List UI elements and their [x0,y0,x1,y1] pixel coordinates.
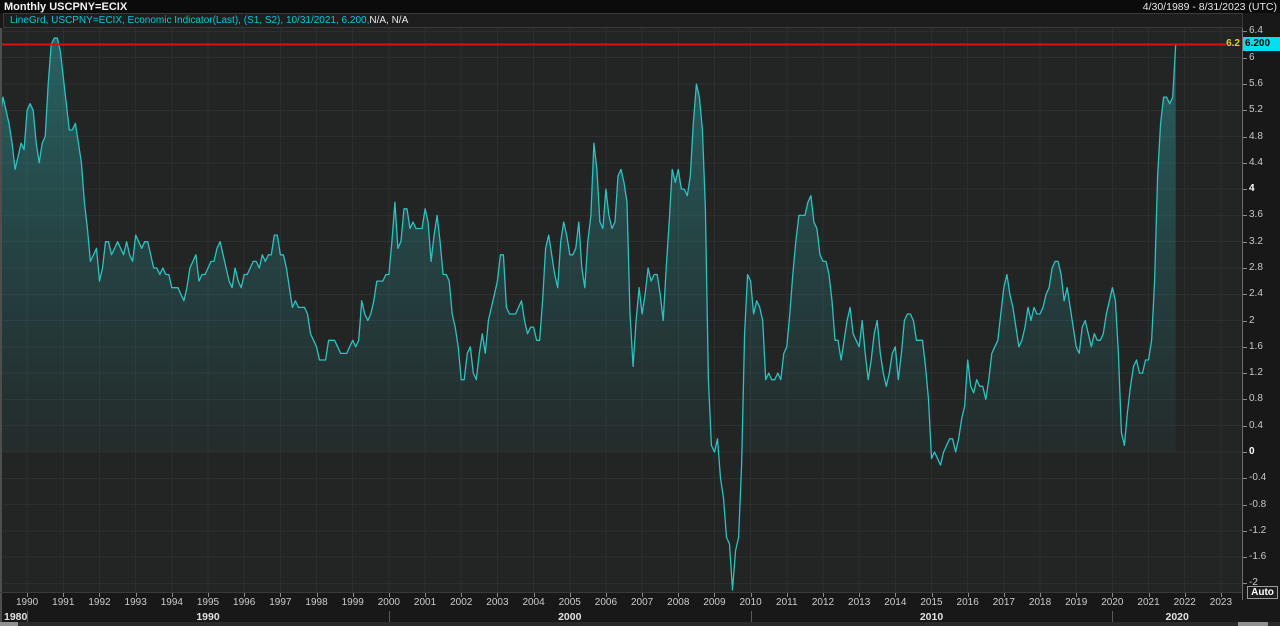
plot-area[interactable] [0,28,1242,593]
x-year-label: 1995 [196,597,220,608]
x-year-label: 2012 [811,597,835,608]
x-year-label: 2010 [739,597,762,608]
y-tick-label: 6 [1249,51,1255,63]
y-tick [1243,294,1247,296]
y-tick [1243,31,1247,33]
y-tick-label: 3.2 [1249,235,1263,247]
red-line-price-label: 6.2 [1226,38,1240,49]
y-tick [1243,451,1247,453]
y-tick [1243,478,1247,480]
x-axis[interactable]: 1990 1991 1992 1993 1994 1995 1996 1997 1998 1999… [0,592,1242,611]
x-year-label: 2006 [594,597,618,608]
x-year-label: 2013 [848,597,871,608]
x-year-label: 2019 [1065,597,1088,608]
y-tick [1243,425,1247,427]
x-year-label: 2002 [450,597,473,608]
y-tick-label: 5.2 [1249,104,1263,116]
title-bar: Monthly USCPNY=ECIX 4/30/1989 - 8/31/202… [0,0,1280,13]
y-tick-label: 1.2 [1249,367,1263,379]
y-tick-label: 2.8 [1249,261,1263,273]
x-year-label: 2005 [558,597,581,608]
x-year-label: 1997 [269,597,292,608]
left-edge-border [0,28,2,622]
y-tick [1243,504,1247,506]
y-tick-label: 3.6 [1249,209,1263,221]
x-year-label: 2018 [1028,597,1052,608]
y-tick [1243,557,1247,559]
y-tick-label: -0.8 [1249,498,1267,510]
y-tick-label: 5.6 [1249,77,1263,89]
y-tick-label: 0 [1249,445,1255,457]
y-tick [1243,373,1247,375]
x-year-label: 2020 [1101,597,1124,608]
y-tick-label: 6.4 [1249,25,1263,37]
legend-series-text: LineGrd, USCPNY=ECIX, Economic Indicator… [10,15,370,26]
x-year-label: 1993 [124,597,147,608]
y-tick [1243,267,1247,269]
y-tick-label: 4 [1249,183,1255,195]
x-year-label: 1990 [16,597,39,608]
x-year-label: 2003 [486,597,509,608]
y-tick-label: 4.4 [1249,156,1263,168]
x-year-label: 2015 [920,597,943,608]
y-tick [1243,162,1247,164]
x-year-label: 1992 [88,597,111,608]
x-year-label: 1991 [52,597,75,608]
x-year-label: 2016 [956,597,979,608]
x-year-label: 1998 [305,597,328,608]
y-tick-label: -1.6 [1249,551,1267,563]
y-tick-label: -1.2 [1249,524,1267,536]
x-year-label: 2009 [703,597,726,608]
y-tick [1243,530,1247,532]
y-tick-label: 2 [1249,314,1255,326]
last-price-badge: 6.200 [1243,37,1280,51]
legend-bar[interactable]: LineGrd, USCPNY=ECIX, Economic Indicator… [3,13,1243,28]
y-tick-label: 2.4 [1249,288,1263,300]
scrollbar-right-nub[interactable] [1238,622,1268,626]
y-axis-line [1242,28,1243,600]
y-tick [1243,83,1247,85]
chart-title: Monthly USCPNY=ECIX [4,0,128,13]
y-tick [1243,189,1247,191]
price-chart-svg[interactable] [0,28,1242,593]
y-tick [1243,215,1247,217]
date-range-label: 4/30/1989 - 8/31/2023 (UTC) [1142,0,1277,13]
y-tick-label: 0.8 [1249,393,1263,405]
y-tick [1243,110,1247,112]
y-tick [1243,241,1247,243]
y-tick-label: -2 [1249,577,1258,589]
chart-window: Monthly USCPNY=ECIX 4/30/1989 - 8/31/202… [0,0,1280,626]
x-year-label: 2008 [667,597,690,608]
y-tick [1243,399,1247,401]
y-tick-label: -0.4 [1249,472,1267,484]
x-year-label: 2007 [630,597,654,608]
x-year-label: 2021 [1137,597,1160,608]
x-year-label: 1999 [341,597,364,608]
x-year-label: 2017 [992,597,1015,608]
scrollbar-left-nub[interactable] [0,622,18,626]
legend-na-text: N/A, N/A [369,15,409,26]
y-tick-label: 1.6 [1249,340,1263,352]
y-tick [1243,136,1247,138]
x-year-label: 1996 [233,597,256,608]
x-year-label: 2001 [413,597,437,608]
x-year-label: 2014 [884,597,907,608]
x-year-label: 2011 [776,597,798,608]
y-tick-label: 0.4 [1249,419,1263,431]
y-tick-label: 4.8 [1249,130,1263,142]
x-year-label: 2022 [1173,597,1196,608]
x-year-label: 2000 [377,597,400,608]
y-tick [1243,57,1247,59]
x-year-label: 2023 [1209,597,1233,608]
bottom-scrollbar[interactable] [0,622,1280,626]
y-tick [1243,320,1247,322]
y-tick [1243,583,1247,585]
x-year-label: 1994 [160,597,183,608]
y-tick [1243,346,1247,348]
x-year-label: 2004 [522,597,545,608]
